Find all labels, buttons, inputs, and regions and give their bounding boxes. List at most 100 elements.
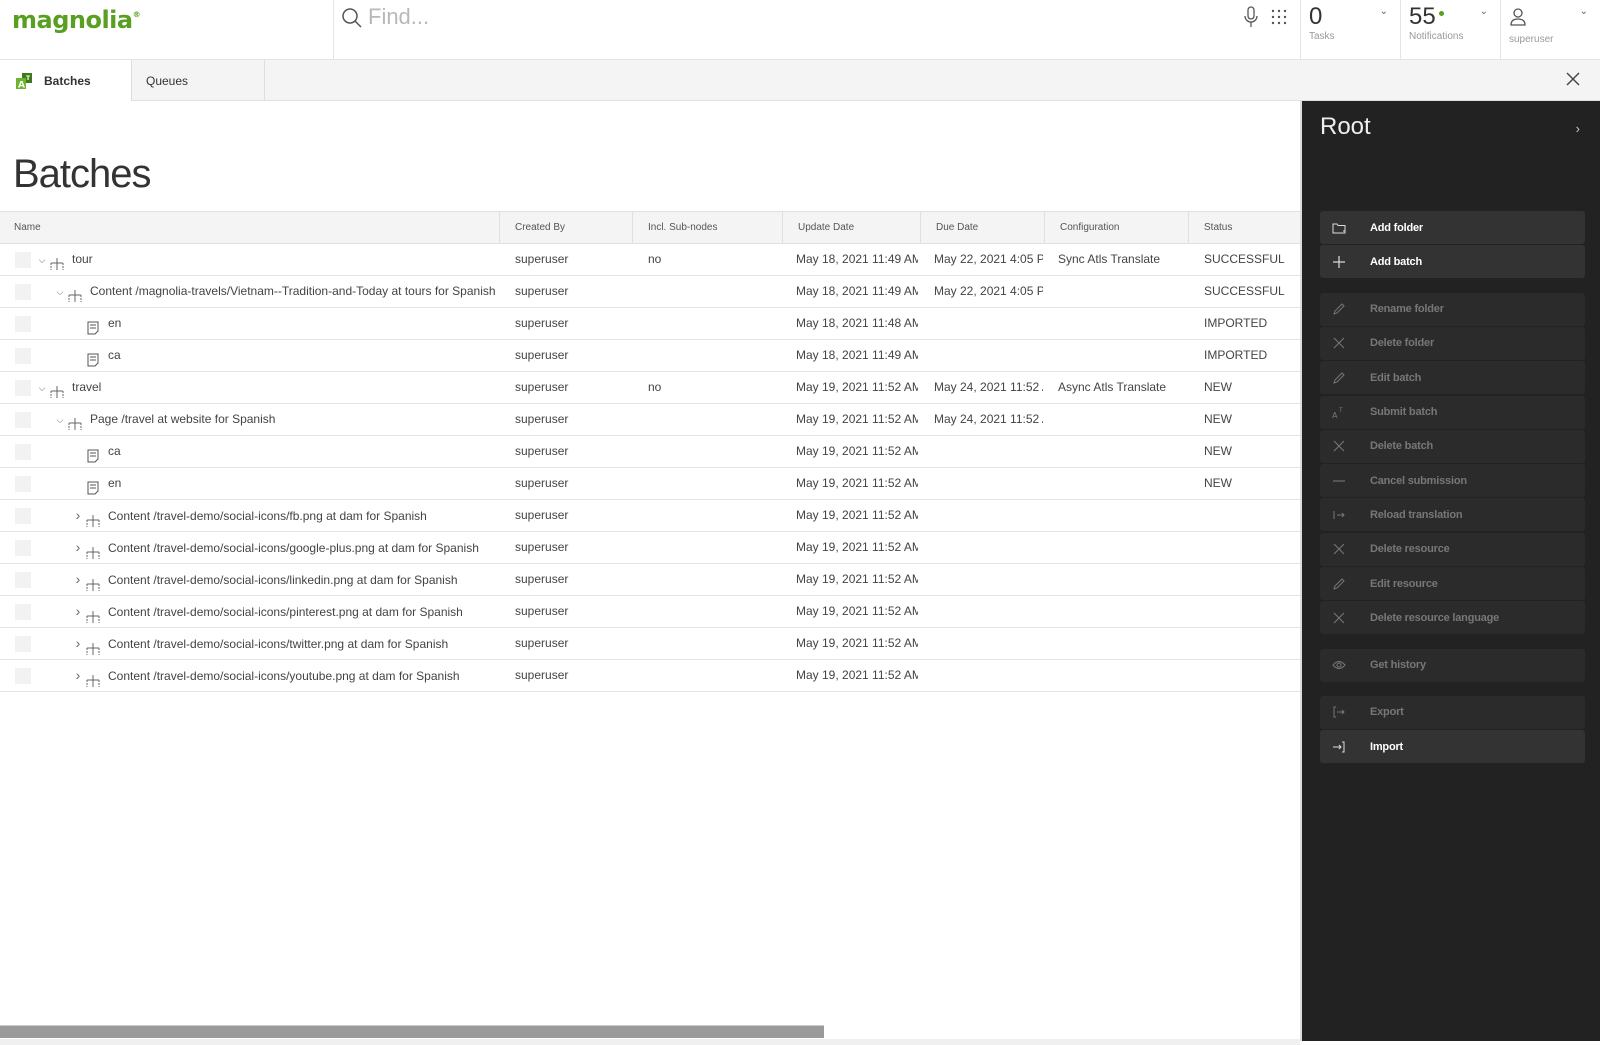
action-delete-resource[interactable]: Delete resource [1320, 532, 1585, 566]
document-icon [86, 348, 100, 367]
row-checkbox[interactable] [15, 316, 31, 332]
chevron-down-icon[interactable]: ⌵ [36, 373, 48, 403]
user-menu[interactable]: superuser ⌄ [1500, 0, 1600, 60]
action-delete-batch[interactable]: Delete batch [1320, 429, 1585, 463]
grid-body: ⌵ tour superuser no May 18, 2021 11:49 AM May… [0, 244, 1300, 692]
cell-configuration [1058, 660, 1186, 691]
table-row[interactable]: en superuser May 18, 2021 11:48 AM IMPORTED [0, 308, 1300, 340]
cell-status [1204, 564, 1300, 595]
row-checkbox[interactable] [15, 604, 31, 620]
table-row[interactable]: en superuser May 19, 2021 11:52 AM NEW [0, 468, 1300, 500]
search-icon [342, 8, 362, 28]
tab-queues[interactable]: Queues [132, 60, 265, 101]
magnolia-logo[interactable]: magnolia® [12, 6, 141, 34]
chevron-right-icon[interactable]: › [72, 532, 84, 563]
row-checkbox[interactable] [15, 412, 31, 428]
chevron-down-icon[interactable]: ⌵ [36, 245, 48, 275]
search-bar [340, 0, 1220, 60]
chevron-right-icon[interactable]: › [1576, 121, 1580, 136]
table-row[interactable]: › Content /travel-demo/social-icons/linke… [0, 564, 1300, 596]
action-delete-resource-language[interactable]: Delete resource language [1320, 601, 1585, 635]
action-get-history[interactable]: Get history [1320, 648, 1585, 682]
chevron-down-icon[interactable]: ⌵ [54, 277, 66, 307]
action-import[interactable]: Import [1320, 730, 1585, 764]
row-name: en [108, 316, 122, 330]
column-header-due-date[interactable]: Due Date [921, 212, 1045, 244]
chevron-right-icon[interactable]: › [72, 660, 84, 691]
row-checkbox[interactable] [15, 540, 31, 556]
action-cancel-submission[interactable]: Cancel submission [1320, 464, 1585, 498]
table-row[interactable]: ca superuser May 18, 2021 11:49 AM IMPORTED [0, 340, 1300, 372]
table-row[interactable]: ⌵ Content /magnolia-travels/Vietnam--Trad… [0, 276, 1300, 308]
close-icon [1332, 336, 1346, 350]
table-row[interactable]: ⌵ Page /travel at website for Spanish supe… [0, 404, 1300, 436]
column-header-name[interactable]: Name [0, 212, 500, 244]
action-add-folder[interactable]: Add folder [1320, 211, 1585, 244]
column-header-configuration[interactable]: Configuration [1045, 212, 1189, 244]
column-header-status[interactable]: Status [1189, 212, 1300, 244]
action-label: Add batch [1370, 255, 1422, 268]
cell-name: ⌵ travel [36, 372, 496, 403]
chevron-right-icon[interactable]: › [72, 596, 84, 627]
row-checkbox[interactable] [15, 476, 31, 492]
close-icon [1332, 611, 1346, 625]
cell-name: ⌵ Page /travel at website for Spanish [54, 404, 496, 435]
table-row[interactable]: ⌵ travel superuser no May 19, 2021 11:52 AM M… [0, 372, 1300, 404]
row-checkbox[interactable] [15, 508, 31, 524]
table-row[interactable]: ca superuser May 19, 2021 11:52 AM NEW [0, 436, 1300, 468]
app-launcher-icon[interactable] [1270, 8, 1288, 26]
table-row[interactable]: › Content /travel-demo/social-icons/fb.pn… [0, 500, 1300, 532]
search-input[interactable] [368, 3, 1168, 31]
cell-due-date: May 22, 2021 4:05 PM [934, 252, 1043, 266]
table-row[interactable]: › Content /travel-demo/social-icons/youtu… [0, 660, 1300, 692]
table-row[interactable]: › Content /travel-demo/social-icons/googl… [0, 532, 1300, 564]
column-header-subnodes[interactable]: Incl. Sub-nodes [633, 212, 783, 244]
row-checkbox[interactable] [15, 636, 31, 652]
table-row[interactable]: › Content /travel-demo/social-icons/pinte… [0, 596, 1300, 628]
table-row[interactable]: › Content /travel-demo/social-icons/twitt… [0, 628, 1300, 660]
chevron-right-icon[interactable]: › [72, 564, 84, 595]
row-name: Content /travel-demo/social-icons/youtub… [108, 669, 460, 683]
action-delete-folder[interactable]: Delete folder [1320, 326, 1585, 360]
cell-due-date [934, 660, 1043, 691]
row-checkbox[interactable] [15, 572, 31, 588]
translation-app-icon: A T [16, 72, 32, 90]
horizontal-scrollbar[interactable] [0, 1025, 824, 1038]
microphone-icon[interactable] [1243, 6, 1259, 28]
notifications-label: Notifications [1409, 31, 1464, 42]
notifications-indicator[interactable]: 55 Notifications ⌄ [1400, 0, 1500, 60]
chevron-down-icon[interactable]: ⌵ [54, 405, 66, 435]
chevron-right-icon[interactable]: › [72, 500, 84, 531]
action-submit-batch[interactable]: A T Submit batch [1320, 395, 1585, 429]
row-checkbox[interactable] [15, 252, 31, 268]
row-name: Content /travel-demo/social-icons/google… [108, 541, 479, 555]
action-label: Edit batch [1370, 371, 1422, 384]
cell-subnodes [648, 628, 788, 659]
action-add-batch[interactable]: Add batch [1320, 245, 1585, 279]
action-edit-batch[interactable]: Edit batch [1320, 361, 1585, 395]
table-row[interactable]: ⌵ tour superuser no May 18, 2021 11:49 AM May… [0, 244, 1300, 276]
row-checkbox[interactable] [15, 348, 31, 364]
tab-queues-label: Queues [146, 73, 189, 88]
action-export[interactable]: Export [1320, 695, 1585, 729]
column-header-created-by[interactable]: Created By [500, 212, 633, 244]
cell-subnodes: no [648, 380, 662, 394]
chevron-right-icon[interactable]: › [72, 628, 84, 659]
folder-tree-icon [86, 573, 100, 591]
action-label: Cancel submission [1370, 474, 1467, 487]
tab-batches[interactable]: A T Batches [0, 60, 132, 101]
cell-configuration: Sync Atls Translate [1058, 252, 1161, 266]
tasks-indicator[interactable]: 0 Tasks ⌄ [1300, 0, 1400, 60]
action-label: Delete resource language [1370, 611, 1500, 624]
close-icon[interactable] [1566, 72, 1580, 86]
action-rename-folder[interactable]: Rename folder [1320, 292, 1585, 326]
column-header-update-date[interactable]: Update Date [783, 212, 921, 244]
row-checkbox[interactable] [15, 444, 31, 460]
action-reload-translation[interactable]: Reload translation [1320, 498, 1585, 532]
row-name: ca [108, 348, 121, 362]
action-edit-resource[interactable]: Edit resource [1320, 567, 1585, 600]
row-checkbox[interactable] [15, 284, 31, 300]
row-name: Content /travel-demo/social-icons/twitte… [108, 637, 449, 651]
row-checkbox[interactable] [15, 380, 31, 396]
row-checkbox[interactable] [15, 668, 31, 684]
